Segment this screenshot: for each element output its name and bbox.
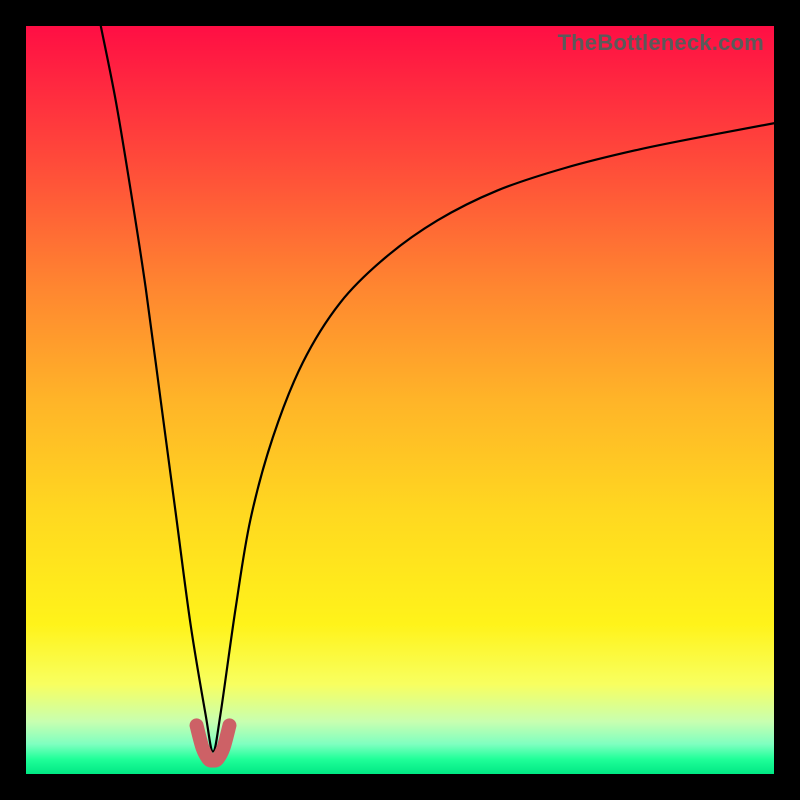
plot-area: TheBottleneck.com (26, 26, 774, 774)
bottleneck-curve-path (101, 26, 774, 752)
chart-svg (26, 26, 774, 774)
chart-frame: TheBottleneck.com (0, 0, 800, 800)
highlight-dip-path (197, 725, 230, 760)
